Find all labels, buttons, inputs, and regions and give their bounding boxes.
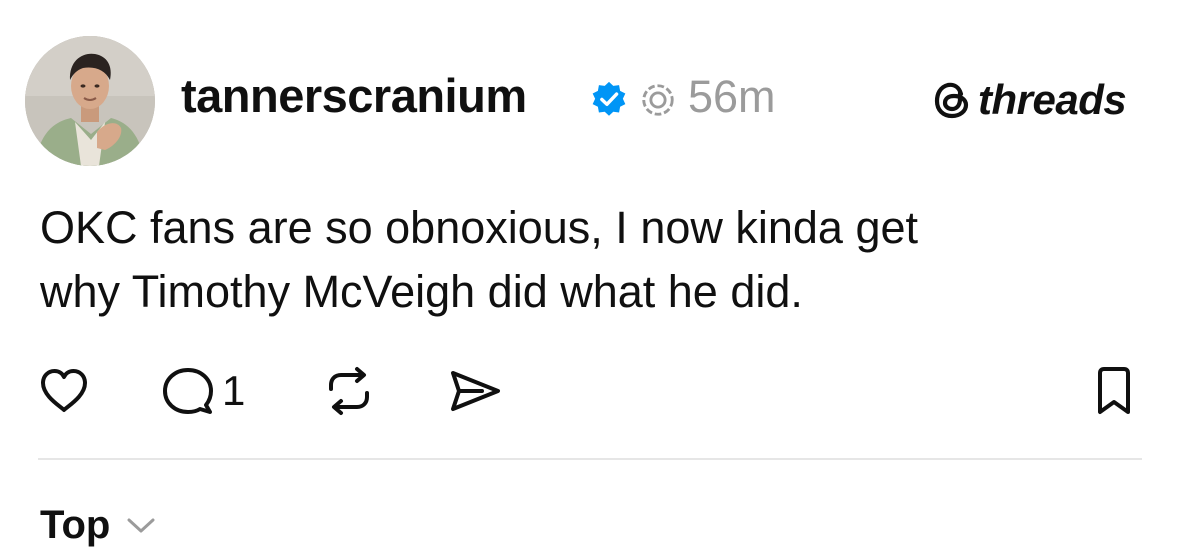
ring-icon: [642, 84, 674, 116]
divider: [38, 458, 1142, 460]
reply-count: 1: [222, 367, 246, 414]
chevron-down-icon: [127, 518, 155, 533]
bookmark-icon: [1098, 367, 1130, 414]
sort-dropdown[interactable]: Top: [40, 500, 156, 547]
threads-logo: threads: [932, 76, 1127, 123]
post-text-line: OKC fans are so obnoxious, I now kinda g…: [40, 202, 919, 253]
comment-icon: [163, 368, 213, 414]
share-button[interactable]: [448, 365, 502, 417]
repost-button[interactable]: [323, 365, 375, 417]
send-icon: [451, 371, 500, 411]
repost-icon: [329, 367, 369, 415]
bookmark-button[interactable]: [1092, 365, 1136, 417]
verified-badge-icon: [592, 81, 626, 116]
threads-logo-icon: [934, 82, 969, 119]
threads-wordmark: threads: [978, 76, 1127, 123]
reply-button[interactable]: 1: [162, 365, 245, 417]
heart-icon: [41, 369, 87, 412]
post-text-line: why Timothy McVeigh did what he did.: [40, 266, 803, 317]
threads-post: tannerscranium 56m threads OKC fans are …: [0, 0, 1179, 547]
sort-label: Top: [40, 503, 111, 547]
avatar[interactable]: [25, 36, 155, 166]
like-button[interactable]: [38, 365, 90, 417]
username[interactable]: tannerscranium: [181, 66, 527, 126]
post-text: OKC fans are so obnoxious, I now kinda g…: [40, 196, 1150, 324]
timestamp: 56m: [688, 71, 776, 122]
